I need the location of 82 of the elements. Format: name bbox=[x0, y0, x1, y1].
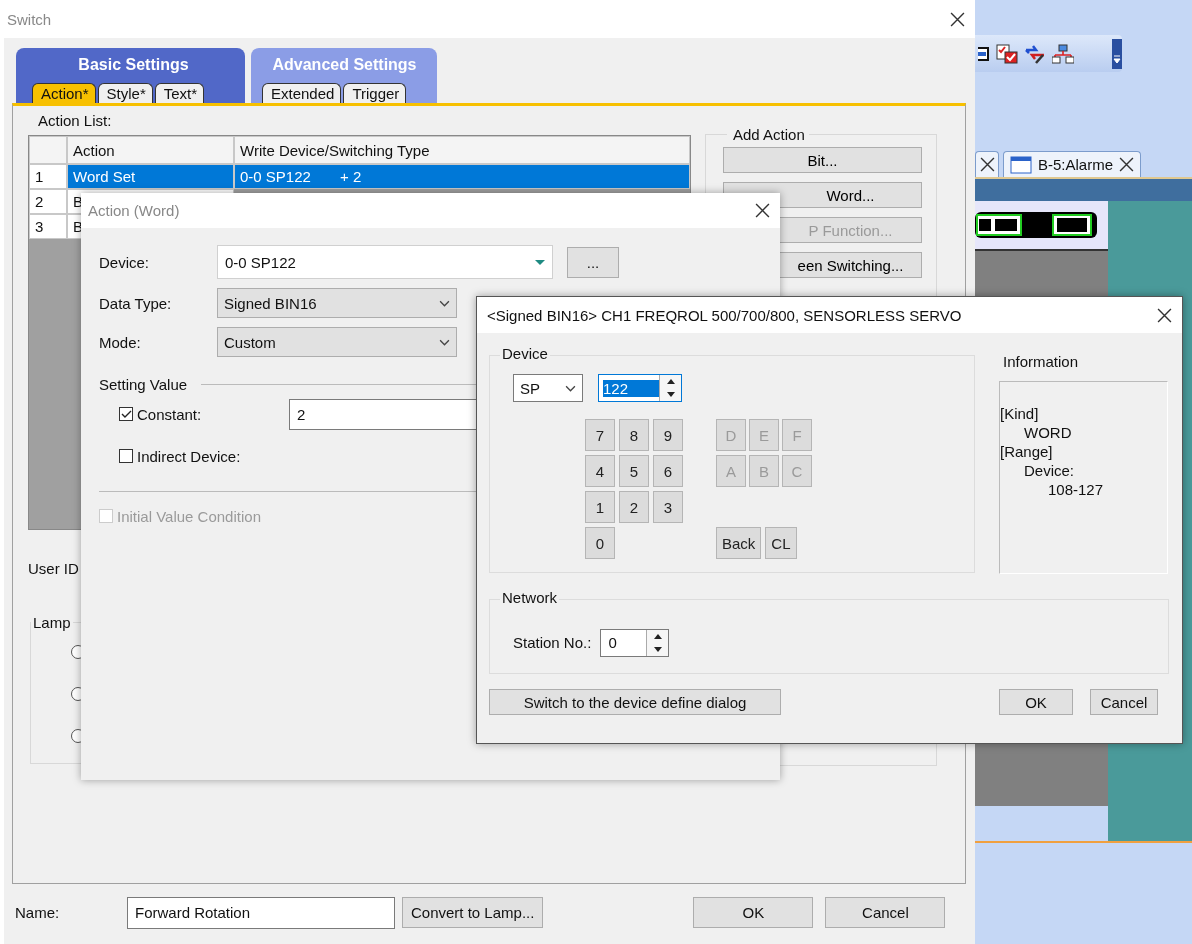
row-number: 3 bbox=[29, 214, 67, 239]
overflow-icon[interactable] bbox=[1112, 38, 1122, 69]
tab[interactable]: Extended bbox=[262, 83, 342, 103]
data-type-dropdown[interactable]: Signed BIN16 bbox=[217, 288, 457, 318]
group-label: Add Action bbox=[732, 126, 806, 143]
info-text: Device: bbox=[1024, 461, 1076, 480]
key-button[interactable]: 7 bbox=[585, 419, 615, 451]
close-icon[interactable] bbox=[1119, 157, 1135, 172]
field-label: Data Type: bbox=[99, 294, 173, 312]
station-label: Station No.: bbox=[513, 634, 592, 651]
close-icon[interactable] bbox=[1157, 307, 1172, 323]
section-label: Setting Value bbox=[99, 376, 188, 393]
arrows-wrench-icon[interactable] bbox=[1024, 43, 1046, 64]
key-button[interactable]: Back bbox=[716, 527, 762, 559]
group-label: Lamp bbox=[32, 614, 72, 631]
field-label: Device: bbox=[99, 253, 151, 271]
key-button[interactable]: 2 bbox=[619, 491, 649, 523]
name-label: Name: bbox=[14, 904, 61, 921]
checkbox-label[interactable]: Indirect Device: bbox=[137, 447, 241, 465]
cancel-button[interactable]: Cancel bbox=[1090, 689, 1158, 715]
row-number: 1 bbox=[29, 164, 67, 189]
cancel-button[interactable]: Cancel bbox=[825, 897, 946, 928]
switch-dialog-button[interactable]: Switch to the device define dialog bbox=[489, 689, 781, 715]
add-action-button[interactable]: Bit... bbox=[723, 147, 922, 173]
browse-button[interactable]: ... bbox=[567, 246, 619, 278]
close-icon[interactable] bbox=[950, 11, 965, 27]
chevron-icon bbox=[439, 338, 450, 346]
station-field[interactable]: 0 bbox=[600, 628, 670, 657]
document-tab[interactable] bbox=[975, 151, 999, 177]
device-type-dropdown[interactable]: SP bbox=[513, 374, 583, 402]
checkbox[interactable] bbox=[119, 449, 133, 463]
dialog-title: Action (Word) bbox=[88, 202, 180, 219]
key-button[interactable]: 8 bbox=[619, 419, 649, 451]
key-button[interactable]: 5 bbox=[619, 455, 649, 487]
tab[interactable]: Action* bbox=[32, 83, 96, 103]
key-button[interactable]: 0 bbox=[585, 527, 615, 559]
chevron-icon bbox=[439, 299, 450, 307]
name-field[interactable]: Forward Rotation bbox=[127, 896, 395, 929]
column-header[interactable]: Action bbox=[67, 136, 234, 164]
table-cell[interactable]: Word Set bbox=[67, 164, 234, 189]
network-icon[interactable] bbox=[1052, 43, 1074, 64]
info-text: WORD bbox=[1024, 423, 1073, 442]
key-button[interactable]: 6 bbox=[653, 455, 683, 487]
table-cell[interactable]: 0-0 SP122 + 2 bbox=[234, 164, 690, 189]
mode-dropdown[interactable]: Custom bbox=[217, 327, 457, 357]
checkbox-label[interactable]: Constant: bbox=[137, 405, 202, 423]
key-button[interactable]: 3 bbox=[653, 491, 683, 523]
tab[interactable]: Style* bbox=[97, 83, 153, 103]
key-button[interactable]: 4 bbox=[585, 455, 615, 487]
window-icon bbox=[1010, 155, 1032, 174]
window-title: Switch bbox=[7, 10, 52, 28]
info-text: 108-127 bbox=[1048, 480, 1105, 499]
tab-group[interactable]: Basic Settings Action* Style* Text* bbox=[16, 48, 245, 103]
dialog-title: <Signed BIN16> CH1 FREQROL 500/700/800, SENSORLESS SERVO bbox=[487, 306, 962, 324]
convert-button[interactable]: Convert to Lamp... bbox=[402, 897, 544, 928]
info-text: [Range] bbox=[1000, 442, 1054, 461]
column-header[interactable]: Write Device/Switching Type bbox=[234, 136, 690, 164]
field-label: Mode: bbox=[99, 333, 142, 351]
chevron-icon bbox=[565, 384, 576, 392]
information-label: Information bbox=[1003, 353, 1080, 372]
checklist-icon[interactable] bbox=[996, 43, 1018, 64]
close-icon[interactable] bbox=[980, 157, 995, 172]
key-button[interactable]: 9 bbox=[653, 419, 683, 451]
device-number-field[interactable]: 122 bbox=[598, 374, 682, 402]
spin-buttons[interactable] bbox=[646, 629, 669, 656]
tab-group[interactable]: Advanced Settings Extended Trigger bbox=[251, 48, 437, 103]
ok-button[interactable]: OK bbox=[999, 689, 1073, 715]
key-button[interactable]: 1 bbox=[585, 491, 615, 523]
ok-button[interactable]: OK bbox=[693, 897, 814, 928]
row-number: 2 bbox=[29, 189, 67, 214]
action-list-label: Action List: bbox=[38, 112, 113, 129]
spin-buttons[interactable] bbox=[659, 375, 681, 401]
group-label: Device bbox=[500, 345, 550, 362]
close-icon[interactable] bbox=[755, 203, 770, 218]
user-id-label: User ID bbox=[28, 560, 80, 577]
device-field[interactable]: 0-0 SP122 bbox=[217, 245, 553, 279]
group-label: Network bbox=[500, 589, 559, 606]
tab[interactable]: Trigger bbox=[343, 83, 407, 103]
checkbox[interactable] bbox=[119, 407, 133, 421]
tab[interactable]: Text* bbox=[154, 83, 205, 103]
info-text: [Kind] bbox=[1000, 404, 1040, 423]
key-button[interactable]: CL bbox=[765, 527, 797, 559]
